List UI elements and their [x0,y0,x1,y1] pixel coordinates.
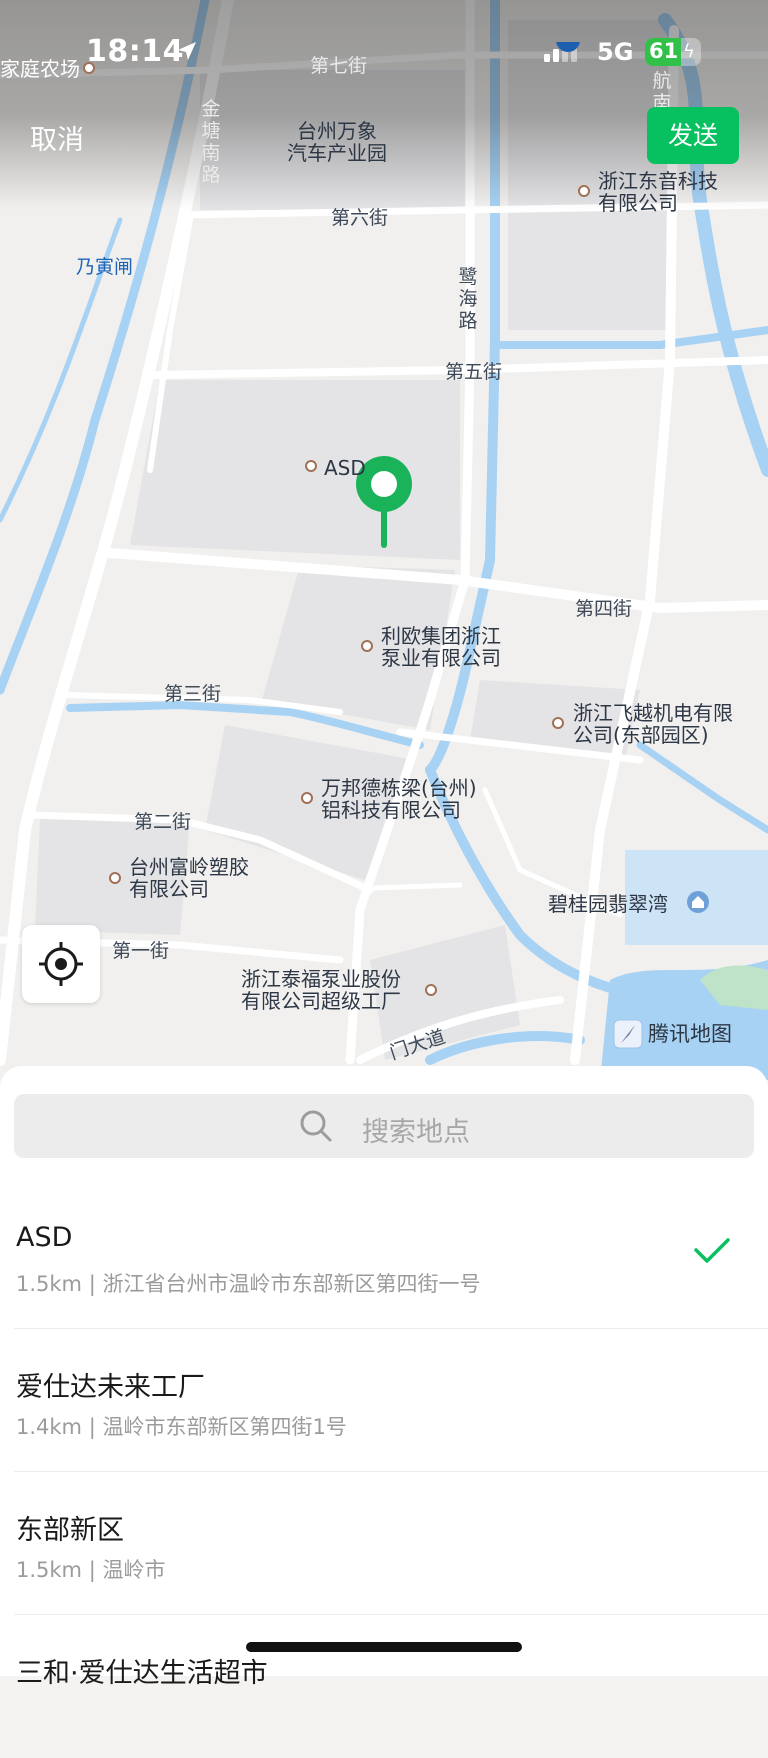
status-time: 18:14 [86,34,184,69]
home-indicator [246,1642,522,1652]
poi-dot[interactable] [578,185,590,197]
map-label-dongyin[interactable]: 浙江东音科技 有限公司 [598,170,718,214]
map-label-street5: 第五街 [445,361,503,383]
map-label-fuling[interactable]: 台州富岭塑胶 有限公司 [129,856,249,900]
poi-dot[interactable] [301,792,313,804]
cancel-button[interactable]: 取消 [30,118,84,157]
list-item[interactable]: 东部新区 1.5km | 温岭市 [0,1472,768,1615]
map-label-wanbang[interactable]: 万邦德栋梁(台州) 铝科技有限公司 [321,777,477,821]
location-arrow-icon [178,42,196,60]
map-label-street6: 第六街 [331,207,389,229]
map-label-street1: 第一街 [112,940,170,962]
checkmark-icon [694,1238,730,1263]
map-label-naiyinzha: 乃寅闸 [76,256,134,278]
list-item-name: ASD [16,1222,73,1253]
search-placeholder: 搜索地点 [362,1117,470,1148]
map-label-street3: 第三街 [164,683,222,705]
poi-dot[interactable] [552,717,564,729]
location-sheet: 搜索地点 ASD 1.5km | 浙江省台州市温岭市东部新区第四街一号 爱仕达未… [0,1066,768,1689]
list-item-name: 爱仕达未来工厂 [16,1372,205,1403]
list-item-name: 东部新区 [16,1515,124,1546]
network-type: 5G [597,38,634,66]
search-input[interactable]: 搜索地点 [14,1094,754,1158]
map-label-jintang-road: 金塘南路 [201,98,221,186]
map-label-auto-park[interactable]: 台州万象 汽车产业园 [287,120,387,164]
poi-dot[interactable] [361,640,373,652]
map-label-leo[interactable]: 利欧集团浙江 泵业有限公司 [381,625,501,669]
list-item-address: 1.4km | 温岭市东部新区第四街1号 [16,1415,347,1439]
battery-level: 61 [649,39,679,63]
battery-icon: 61 ϟ [645,38,701,66]
list-item[interactable]: ASD 1.5km | 浙江省台州市温岭市东部新区第四街一号 [0,1186,768,1329]
map-label-street2: 第二街 [134,811,192,833]
crosshair-icon [39,942,83,986]
list-item-address: 1.5km | 浙江省台州市温岭市东部新区第四街一号 [16,1272,481,1296]
poi-dot[interactable] [425,984,437,996]
map-label-biguiyuan[interactable]: 碧桂园翡翠湾 [548,893,668,915]
signal-icon [544,42,580,62]
residence-icon [687,891,709,913]
list-item-address: 1.5km | 温岭市 [16,1558,166,1582]
map-brand: 腾讯地图 [648,1022,732,1046]
map-label-asd[interactable]: ASD [324,457,366,479]
list-item-name: 三和·爱仕达生活超市 [16,1658,268,1689]
map-label-street4: 第四街 [575,598,633,620]
map-label-feiyue[interactable]: 浙江飞越机电有限 公司(东部园区) [573,702,733,746]
poi-dot[interactable] [305,460,317,472]
asd-block [130,380,460,560]
list-item[interactable]: 三和·爱仕达生活超市 [0,1615,768,1758]
list-item[interactable]: 爱仕达未来工厂 1.4km | 温岭市东部新区第四街1号 [0,1329,768,1472]
locate-me-button[interactable] [22,925,100,1003]
poi-dot[interactable] [109,872,121,884]
map-label-taifu[interactable]: 浙江泰福泵业股份 有限公司超级工厂 [241,968,401,1012]
status-bar: 18:14 5G 61 ϟ [0,0,768,100]
send-button[interactable]: 发送 [647,107,739,164]
tencent-map-logo-icon [613,1019,643,1049]
map-label-luhai-road: 鹭海路 [458,266,478,332]
search-icon [300,1110,332,1142]
